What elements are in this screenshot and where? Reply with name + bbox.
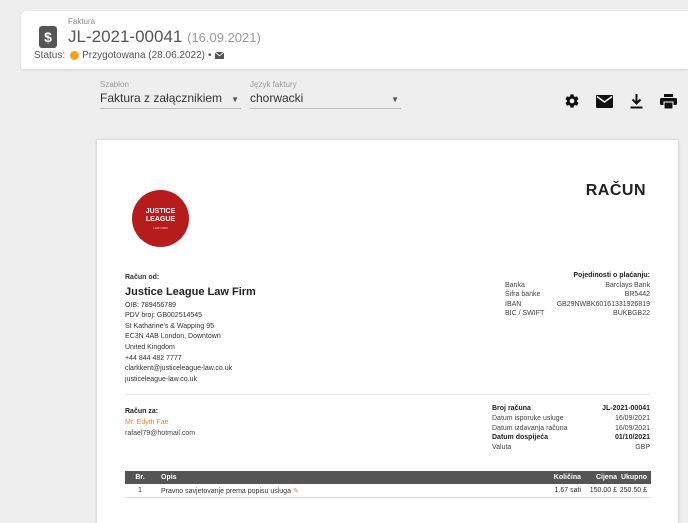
col-cijena: Cijena: [595, 474, 617, 481]
item-description: Pravno savjetovanje prema popisu usluga: [161, 487, 291, 495]
section-divider: [125, 394, 650, 395]
cell-kolicina: 1.67 sati: [554, 487, 581, 494]
invoice-preview: RAČUN JUSTICE LEAGUE LAW FIRM Račun od: …: [97, 140, 678, 523]
meta-key: Datum isporuke usluge: [492, 414, 564, 422]
logo-tagline: LAW FIRM: [153, 225, 168, 230]
company-logo: JUSTICE LEAGUE LAW FIRM: [132, 190, 189, 247]
status-dot-icon: [70, 51, 80, 60]
payment-key: Šifra banke: [505, 291, 541, 299]
issuer-line: EC3N 4AB London, Downtown: [125, 333, 221, 341]
meta-key: Valuta: [492, 444, 512, 452]
items-header: Br. Opis Količina Cijena Ukupno: [125, 471, 651, 484]
language-value[interactable]: chorwacki ▼: [250, 91, 401, 109]
language-label: Język faktury: [250, 80, 297, 89]
status-label: Status:: [34, 50, 66, 61]
payment-key: Banka: [505, 281, 525, 289]
invoice-title: JL-2021-00041 (16.09.2021): [68, 27, 261, 47]
col-opis: Opis: [161, 474, 177, 481]
cell-ukupno: 250.50 £: [619, 487, 647, 494]
payment-row: Banka Barclays Bank: [505, 281, 650, 291]
invoice-header: $ Faktura JL-2021-00041 (16.09.2021) Sta…: [21, 11, 688, 69]
meta-value: 01/10/2021: [614, 434, 650, 442]
email-icon: [595, 94, 613, 108]
meta-row: Broj računa JL-2021-00041: [492, 404, 650, 414]
section-label: Faktura: [68, 17, 96, 26]
invoice-date: (16.09.2021): [187, 30, 261, 45]
issuer-line: PDV broj: GB002514545: [125, 312, 203, 320]
issuer-block: Račun od: Justice League Law Firm OIB: 7…: [125, 273, 256, 385]
print-button[interactable]: [652, 92, 684, 110]
issuer-line: St Katharine's & Wapping 95: [125, 322, 215, 330]
issuer-name: Justice League Law Firm: [125, 285, 256, 298]
payment-value: GB29NWBK60161331926819: [556, 300, 650, 308]
items-table: Br. Opis Količina Cijena Ukupno 1 Pravno…: [125, 471, 651, 498]
meta-row: Datum dospijeća 01/10/2021: [492, 433, 650, 443]
payment-details: Pojedinosti o plaćanju: Banka Barclays B…: [505, 271, 650, 319]
chevron-down-icon: ▼: [391, 95, 399, 104]
template-value[interactable]: Faktura z załącznikiem ▼: [100, 91, 241, 109]
payment-value: BR5442: [624, 291, 650, 299]
template-label: Szablon: [100, 80, 129, 89]
download-button[interactable]: [620, 92, 652, 110]
payment-key: BIC / SWIFT: [505, 310, 545, 318]
template-select[interactable]: Szablon Faktura z załącznikiem ▼: [100, 80, 241, 109]
meta-value: 16/09/2021: [614, 414, 650, 422]
status-line: Status: Przygotowana (28.06.2022) •: [34, 50, 224, 61]
payment-caption: Pojedinosti o plaćanju:: [573, 272, 650, 279]
toolbar: [556, 92, 684, 110]
payment-row: BIC / SWIFT BUKBGB22: [505, 309, 650, 319]
meta-value: 16/09/2021: [614, 424, 650, 432]
payment-value: BUKBGB22: [613, 310, 650, 318]
payment-row: IBAN GB29NWBK60161331926819: [505, 300, 650, 310]
invoice-meta: Broj računa JL-2021-00041 Datum isporuke…: [492, 404, 650, 453]
chevron-down-icon: ▼: [231, 95, 239, 104]
meta-row: Valuta GBP: [492, 443, 650, 453]
logo-line-2: LEAGUE: [145, 215, 176, 223]
recipient-caption: Račun za:: [125, 408, 159, 415]
meta-key: Datum dospijeća: [492, 434, 549, 442]
meta-value: GBP: [635, 444, 650, 452]
cell-br: 1: [138, 487, 142, 494]
status-separator: •: [208, 50, 212, 61]
pencil-icon[interactable]: ✎: [293, 488, 299, 495]
col-ukupno: Ukupno: [620, 474, 647, 481]
invoice-heading: RAČUN: [585, 182, 646, 199]
table-row: 1 Pravno savjetovanje prema popisu uslug…: [125, 484, 651, 498]
payment-row: Šifra banke BR5442: [505, 290, 650, 300]
recipient-block: Račun za: Mr. Edyth Fae rafael79@hotmail…: [125, 406, 195, 439]
issuer-line: OIB: 789456789: [125, 301, 176, 309]
template-value-text: Faktura z załącznikiem: [100, 91, 223, 105]
language-select[interactable]: Język faktury chorwacki ▼: [250, 80, 401, 109]
meta-key: Datum izdavanja računa: [492, 424, 568, 432]
language-value-text: chorwacki: [250, 91, 304, 105]
issuer-caption: Račun od:: [125, 274, 160, 281]
logo-line-1: JUSTICE: [145, 207, 176, 215]
print-icon: [659, 93, 677, 109]
meta-row: Datum isporuke usluge 16/09/2021: [492, 414, 650, 424]
issuer-line: justiceleague-law.co.uk: [125, 375, 197, 383]
download-icon: [630, 93, 642, 108]
cell-opis: Pravno savjetovanje prema popisu usluga ✎: [155, 487, 535, 495]
payment-key: IBAN: [505, 300, 522, 308]
envelope-icon[interactable]: [214, 52, 224, 59]
meta-key: Broj računa: [492, 405, 531, 412]
status-text: Przygotowana (28.06.2022): [82, 50, 205, 61]
col-kolicina: Količina: [553, 474, 581, 481]
issuer-line: clarkkent@justiceleague-law.co.uk: [125, 365, 233, 373]
payment-value: Barclays Bank: [605, 281, 650, 289]
settings-icon: [565, 94, 579, 108]
email-button[interactable]: [588, 92, 620, 110]
issuer-line: +44 844 482 7777: [125, 354, 182, 362]
invoice-dollar-icon: $: [39, 26, 57, 48]
recipient-email: rafael79@hotmail.com: [125, 430, 196, 437]
col-br: Br.: [135, 474, 145, 481]
meta-row: Datum izdavanja računa 16/09/2021: [492, 424, 650, 434]
meta-value: JL-2021-00041: [602, 405, 650, 412]
issuer-line: United Kingdom: [125, 343, 175, 351]
cell-cijena: 150.00 £: [589, 487, 617, 494]
recipient-name[interactable]: Mr. Edyth Fae: [125, 417, 195, 428]
invoice-number: JL-2021-00041: [68, 27, 183, 46]
settings-button[interactable]: [556, 92, 588, 110]
